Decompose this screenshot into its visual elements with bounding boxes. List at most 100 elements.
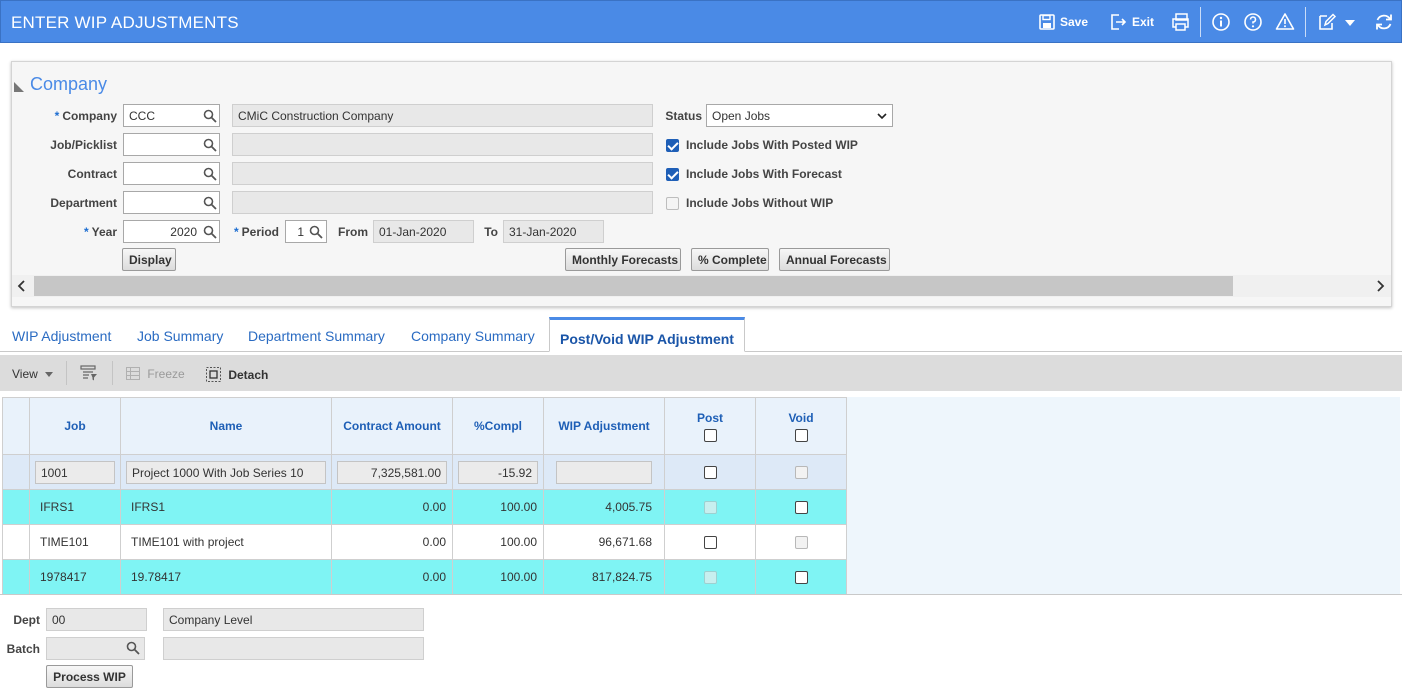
column-header-percent-complete[interactable]: %Compl	[452, 397, 544, 455]
table-row[interactable]: IFRS1 IFRS1 0.00 100.00 4,005.75	[2, 489, 847, 525]
save-label: Save	[1060, 15, 1089, 29]
tab-bar: WIP Adjustment Job Summary Department Su…	[0, 317, 1402, 352]
row-selector[interactable]	[2, 454, 30, 490]
include-without-wip-checkbox[interactable]	[666, 197, 679, 210]
tab-department-summary[interactable]: Department Summary	[248, 328, 385, 344]
include-without-wip-label: Include Jobs Without WIP	[686, 196, 834, 210]
column-header-void[interactable]: Void	[755, 397, 847, 455]
void-checkbox[interactable]	[794, 571, 808, 585]
panel-title[interactable]: Company	[14, 74, 108, 95]
annual-forecasts-button[interactable]: Annual Forecasts	[779, 248, 890, 271]
post-header-label: Post	[696, 410, 723, 425]
void-checkbox	[794, 466, 808, 480]
job-cell: IFRS1	[29, 489, 121, 525]
exit-button[interactable]: Exit	[1110, 11, 1154, 33]
contract-name-field	[232, 162, 653, 185]
job-cell[interactable]: 1001	[35, 460, 115, 484]
include-forecast-checkbox[interactable]	[666, 168, 679, 181]
row-selector[interactable]	[2, 489, 30, 525]
help-icon[interactable]	[1243, 12, 1263, 32]
process-wip-button[interactable]: Process WIP	[46, 665, 133, 688]
monthly-forecasts-button[interactable]: Monthly Forecasts	[565, 248, 681, 271]
column-header-job[interactable]: Job	[29, 397, 121, 455]
name-cell: IFRS1	[120, 489, 332, 525]
query-by-example-icon[interactable]	[80, 365, 98, 381]
from-label: From	[338, 225, 368, 239]
search-icon[interactable]	[203, 167, 217, 181]
post-checkbox[interactable]	[703, 466, 717, 480]
freeze-label: Freeze	[147, 367, 185, 381]
search-icon[interactable]	[126, 641, 140, 655]
print-icon[interactable]	[1171, 12, 1191, 32]
exit-icon	[1111, 14, 1127, 30]
column-header-name[interactable]: Name	[120, 397, 332, 455]
grid-header-row: Job Name Contract Amount %Compl WIP Adju…	[2, 397, 847, 455]
search-icon[interactable]	[203, 225, 217, 239]
dept-field: 00	[46, 608, 147, 631]
batch-label: Batch	[6, 642, 40, 656]
save-button[interactable]: Save	[1039, 11, 1088, 33]
horizontal-scrollbar[interactable]	[12, 275, 1391, 297]
display-button[interactable]: Display	[122, 248, 176, 271]
dept-label: Dept	[13, 613, 40, 627]
chevron-down-icon[interactable]	[1343, 12, 1357, 32]
toolbar-separator	[1200, 7, 1201, 37]
detach-icon	[206, 367, 221, 382]
search-icon[interactable]	[203, 138, 217, 152]
column-header-post[interactable]: Post	[664, 397, 756, 455]
search-icon[interactable]	[203, 109, 217, 123]
scroll-right-icon[interactable]	[1372, 278, 1388, 294]
department-name-field	[232, 191, 653, 214]
scroll-left-icon[interactable]	[14, 278, 30, 294]
name-cell[interactable]: Project 1000 With Job Series 10	[126, 460, 326, 484]
detach-button[interactable]: Detach	[206, 367, 268, 382]
column-header-wip-adjustment[interactable]: WIP Adjustment	[543, 397, 665, 455]
divider	[0, 594, 1402, 595]
table-row[interactable]: 1001 Project 1000 With Job Series 10 7,3…	[2, 454, 847, 490]
exit-label: Exit	[1132, 15, 1155, 29]
tab-company-summary[interactable]: Company Summary	[411, 328, 535, 344]
wip-adjustment-cell[interactable]	[556, 460, 652, 484]
job-picklist-label: Job/Picklist	[50, 138, 117, 152]
refresh-icon[interactable]	[1374, 12, 1394, 32]
percent-complete-cell[interactable]: -15.92	[458, 460, 538, 484]
table-row[interactable]: 1978417 19.78417 0.00 100.00 817,824.75	[2, 559, 847, 595]
company-panel: Company * Company CCC CMiC Construction C…	[11, 61, 1392, 307]
tab-post-void-wip-adjustment[interactable]: Post/Void WIP Adjustment	[549, 317, 745, 352]
tab-job-summary[interactable]: Job Summary	[137, 328, 223, 344]
name-cell: TIME101 with project	[120, 524, 332, 560]
view-menu[interactable]: View	[12, 367, 54, 381]
tab-wip-adjustment[interactable]: WIP Adjustment	[12, 328, 111, 344]
freeze-icon	[126, 367, 140, 380]
status-select[interactable]: Open Jobs	[706, 104, 893, 127]
post-checkbox[interactable]	[703, 536, 717, 550]
contract-amount-cell[interactable]: 7,325,581.00	[337, 460, 447, 484]
column-header-contract-amount[interactable]: Contract Amount	[331, 397, 453, 455]
wip-adjustment-cell: 817,824.75	[543, 559, 665, 595]
title-bar: ENTER WIP ADJUSTMENTS Save Exit	[0, 0, 1402, 43]
percent-complete-button[interactable]: % Complete	[691, 248, 769, 271]
status-select-value: Open Jobs	[712, 109, 771, 123]
search-icon[interactable]	[309, 225, 323, 239]
void-all-checkbox[interactable]	[794, 428, 808, 442]
toolbar-separator	[66, 361, 67, 385]
contract-amount-cell: 0.00	[331, 524, 453, 560]
row-selector[interactable]	[2, 559, 30, 595]
edit-icon[interactable]	[1317, 12, 1337, 32]
freeze-button[interactable]: Freeze	[126, 367, 185, 381]
row-selector[interactable]	[2, 524, 30, 560]
collapse-triangle-icon[interactable]	[14, 82, 24, 92]
panel-title-label: Company	[30, 74, 108, 94]
company-label: * Company	[54, 109, 117, 123]
warning-icon[interactable]	[1275, 12, 1295, 32]
post-all-checkbox[interactable]	[703, 428, 717, 442]
info-icon[interactable]	[1211, 12, 1231, 32]
void-checkbox[interactable]	[794, 501, 808, 515]
from-date-field: 01-Jan-2020	[373, 220, 474, 243]
period-label: * Period	[233, 225, 279, 239]
table-row[interactable]: TIME101 TIME101 with project 0.00 100.00…	[2, 524, 847, 560]
include-posted-wip-checkbox[interactable]	[666, 139, 679, 152]
dept-name-field: Company Level	[163, 608, 424, 631]
search-icon[interactable]	[203, 196, 217, 210]
scrollbar-thumb[interactable]	[34, 276, 1233, 296]
